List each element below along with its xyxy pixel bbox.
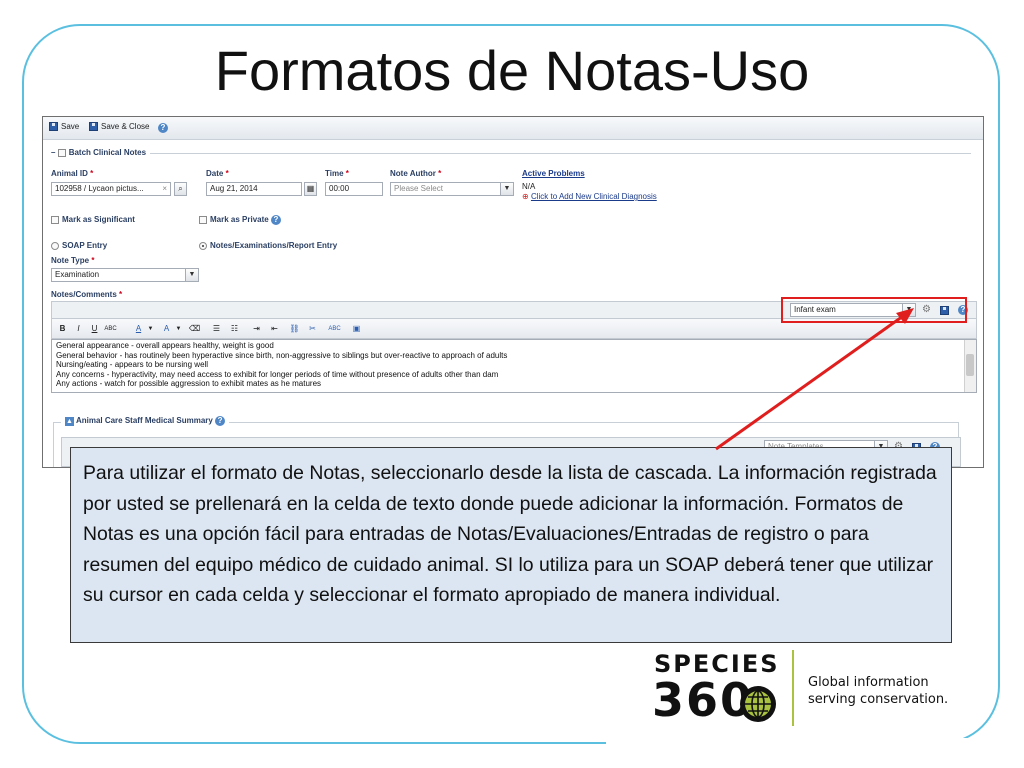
logo-divider bbox=[792, 650, 794, 726]
pointer-arrow-line bbox=[715, 312, 907, 451]
globe-icon bbox=[740, 686, 776, 722]
pointer-arrow-head bbox=[896, 308, 914, 324]
species360-logo: SPECIES 360 Global information serving c… bbox=[650, 648, 970, 728]
logo-tagline: Global information serving conservation. bbox=[808, 674, 948, 708]
tagline-line1: Global information bbox=[808, 675, 929, 690]
tagline-line2: serving conservation. bbox=[808, 692, 949, 707]
